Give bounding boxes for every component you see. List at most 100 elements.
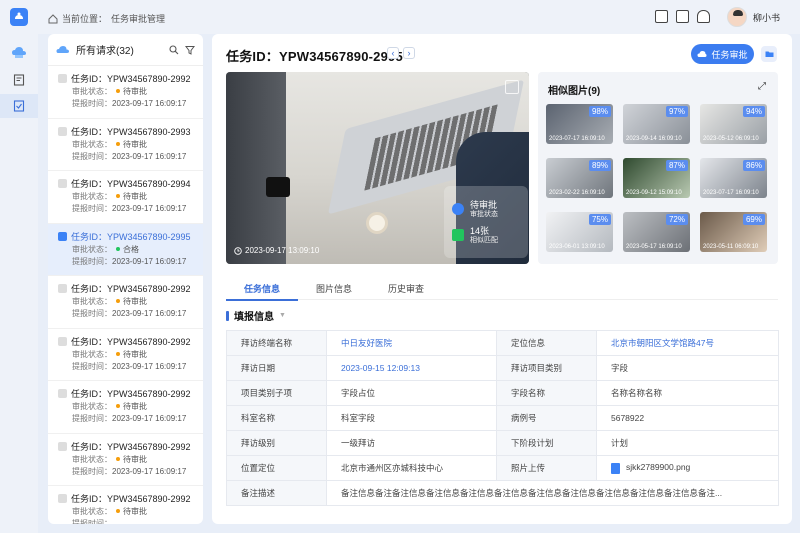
section-accent [226, 310, 229, 321]
list-item[interactable]: 任务ID：YPW34567890-2993 审批状态： 待审批 提报时间：2023-0… [48, 119, 203, 171]
similar-thumbnail[interactable]: 87% 2023-09-12 15:09:10 [623, 158, 690, 198]
file-image-icon [611, 462, 620, 474]
chevron-right-icon: › [407, 48, 411, 58]
similar-thumbnail[interactable]: 89% 2023-02-22 16:09:10 [546, 158, 613, 198]
requests-list: 任务ID：YPW34567890-2992 审批状态： 待审批 提报时间： 2023-0… [48, 66, 203, 524]
status-dot [116, 299, 120, 304]
expand-icon[interactable]: ⤢ [758, 82, 768, 92]
approve-task-label: 任务审批 [711, 49, 748, 60]
next-task-button[interactable]: › [403, 47, 415, 59]
cloud-icon [12, 47, 26, 58]
folder-icon [765, 51, 773, 57]
list-item[interactable]: 任务ID：YPW34567890-2992 审批状态： 待审批 提报时间： [48, 486, 203, 524]
status-dot [116, 194, 120, 199]
list-item[interactable]: 任务ID：YPW34567890-2992 审批状态： 待审批 提报时间：2023-0… [48, 66, 203, 119]
time-label: 提报时间： [72, 309, 112, 318]
request-time-row: 提报时间：2023-09-17 16:09:17 [58, 256, 195, 268]
request-id: 任务ID：YPW34567890-2993 [71, 126, 191, 137]
home-icon[interactable] [48, 13, 58, 24]
overlay-count-sub: 相似匹配 [470, 236, 498, 244]
tab-history-review[interactable]: 历史审查 [370, 276, 442, 300]
field-value[interactable]: 2023-09-15 12:09:13 [326, 355, 497, 381]
similarity-badge: 89% [588, 160, 611, 171]
similar-thumbnail[interactable]: 69% 2023-05-11 06:09:10 [700, 212, 767, 252]
request-id-row: 任务ID：YPW34567890-2994 [58, 176, 195, 191]
list-item[interactable]: 任务ID：YPW34567890-2994 审批状态： 待审批 提报时间：2023-0… [48, 171, 203, 224]
similar-thumbnail[interactable]: 75% 2023-06-01 13:09:10 [546, 212, 613, 252]
approval-icon [13, 100, 25, 112]
filter-icon[interactable] [185, 45, 195, 55]
request-time-row: 提报时间： [58, 518, 195, 524]
list-item[interactable]: 任务ID：YPW34567890-2992 审批状态： 待审批 提报时间：2023-0… [48, 329, 203, 381]
rail-item-doc[interactable] [0, 68, 38, 92]
breadcrumb-prefix: 当前位置： [62, 14, 108, 24]
status-label: 审批状态： [72, 192, 112, 201]
request-time-row: 提报时间：2023-09-17 16:09:17 [58, 466, 195, 478]
rail-item-cloud[interactable] [0, 40, 38, 64]
photo-timestamp: 2023-09-17 13:09:10 [234, 246, 319, 255]
list-item[interactable]: 任务ID：YPW34567890-2992 审批状态： 待审批 提报时间：2023-0… [48, 276, 203, 329]
field-value[interactable]: 中日友好医院 [326, 330, 497, 356]
status-label: 审批状态： [72, 139, 112, 149]
approve-task-button[interactable]: 任务审批 [691, 44, 754, 64]
request-status-row: 审批状态： 待审批 [58, 401, 195, 413]
similar-thumbnail[interactable]: 86% 2023-07-17 16:09:10 [700, 158, 767, 198]
request-status-row: 审批状态： 待审批 [58, 191, 195, 203]
status-label: 审批状态： [72, 297, 112, 306]
thumbnail-time: 2023-09-14 16:09:10 [626, 136, 682, 142]
similarity-badge: 69% [742, 214, 765, 225]
time-label: 提报时间： [72, 361, 112, 371]
field-label: 字段名称 [496, 380, 597, 406]
task-icon [58, 284, 67, 293]
similar-thumbnail[interactable]: 94% 2023-05-12 06:09:10 [700, 104, 767, 144]
task-icon [58, 126, 67, 136]
field-label: 拜访终端名称 [226, 330, 327, 356]
similarity-badge: 94% [742, 106, 765, 117]
image-count-icon [452, 229, 464, 241]
similar-thumbnail[interactable]: 97% 2023-09-14 16:09:10 [623, 104, 690, 144]
request-time: 2023-09-17 16:09:17 [112, 361, 187, 371]
section-header[interactable]: 填报信息 ▼ [226, 308, 286, 323]
prev-task-button[interactable]: ‹ [387, 47, 399, 59]
field-value[interactable]: sjkk2789900.png [596, 455, 779, 481]
table-row: 位置定位 北京市通州区亦城科技中心 照片上传 sjkk2789900.png [226, 455, 779, 481]
similar-thumbnail[interactable]: 72% 2023-05-17 16:09:10 [623, 212, 690, 252]
table-row: 拜访终端名称 中日友好医院 定位信息 北京市朝阳区文学馆路47号 [226, 330, 779, 356]
thumbnail-time: 2023-07-17 16:09:10 [549, 136, 605, 142]
avatar[interactable] [726, 7, 747, 27]
task-detail: 任务ID：YPW34567890-2995 ‹ › 任务审批 2023-09-1… [212, 34, 792, 524]
tab-image-info[interactable]: 图片信息 [298, 276, 370, 300]
list-item[interactable]: 任务ID：YPW34567890-2992 审批状态： 待审批 提报时间：2023-0… [48, 381, 203, 434]
image-view-icon[interactable] [505, 80, 519, 94]
file-name[interactable]: sjkk2789900.png [626, 462, 690, 472]
chevron-down-icon: ▼ [279, 312, 286, 319]
field-value: 一级拜访 [326, 430, 497, 456]
task-icon [58, 441, 67, 451]
main-photo[interactable]: 2023-09-17 13:09:10 待审批 审批状态 14张 相似匹配 [226, 72, 529, 264]
document-icon [13, 74, 25, 86]
thumbnail-time: 2023-07-17 16:09:10 [703, 190, 759, 196]
list-item[interactable]: 任务ID：YPW34567890-2992 审批状态： 待审批 提报时间：2023-0… [48, 434, 203, 486]
field-value: 科室字段 [326, 405, 497, 431]
bell-icon[interactable] [697, 10, 710, 23]
field-label: 项目类别子项 [226, 380, 327, 406]
user-menu[interactable]: 柳小书 [726, 7, 780, 27]
app-logo-icon[interactable] [10, 8, 28, 26]
edit-note-icon[interactable] [676, 10, 689, 23]
similarity-badge: 86% [742, 160, 765, 171]
field-value[interactable]: 北京市朝阳区文学馆路47号 [596, 330, 779, 356]
status-label: 审批状态： [72, 454, 112, 464]
similar-thumbnail[interactable]: 98% 2023-07-17 16:09:10 [546, 104, 613, 144]
time-label: 提报时间： [72, 151, 112, 161]
overlay-count: 14张 [470, 225, 490, 236]
search-icon[interactable] [169, 44, 179, 55]
rail-item-approval[interactable] [0, 94, 38, 118]
field-label: 位置定位 [226, 455, 327, 481]
image-icon[interactable] [655, 10, 668, 23]
breadcrumb-current[interactable]: 任务审批管理 [111, 12, 165, 25]
request-time: 2023-09-17 16:09:17 [112, 466, 187, 476]
list-item[interactable]: 任务ID：YPW34567890-2995 审批状态： 合格 提报时间：2023-09… [48, 223, 203, 276]
task-title: 任务ID：YPW34567890-2995 [226, 49, 403, 64]
folder-button[interactable] [761, 46, 777, 62]
tab-task-info[interactable]: 任务信息 [226, 276, 298, 301]
